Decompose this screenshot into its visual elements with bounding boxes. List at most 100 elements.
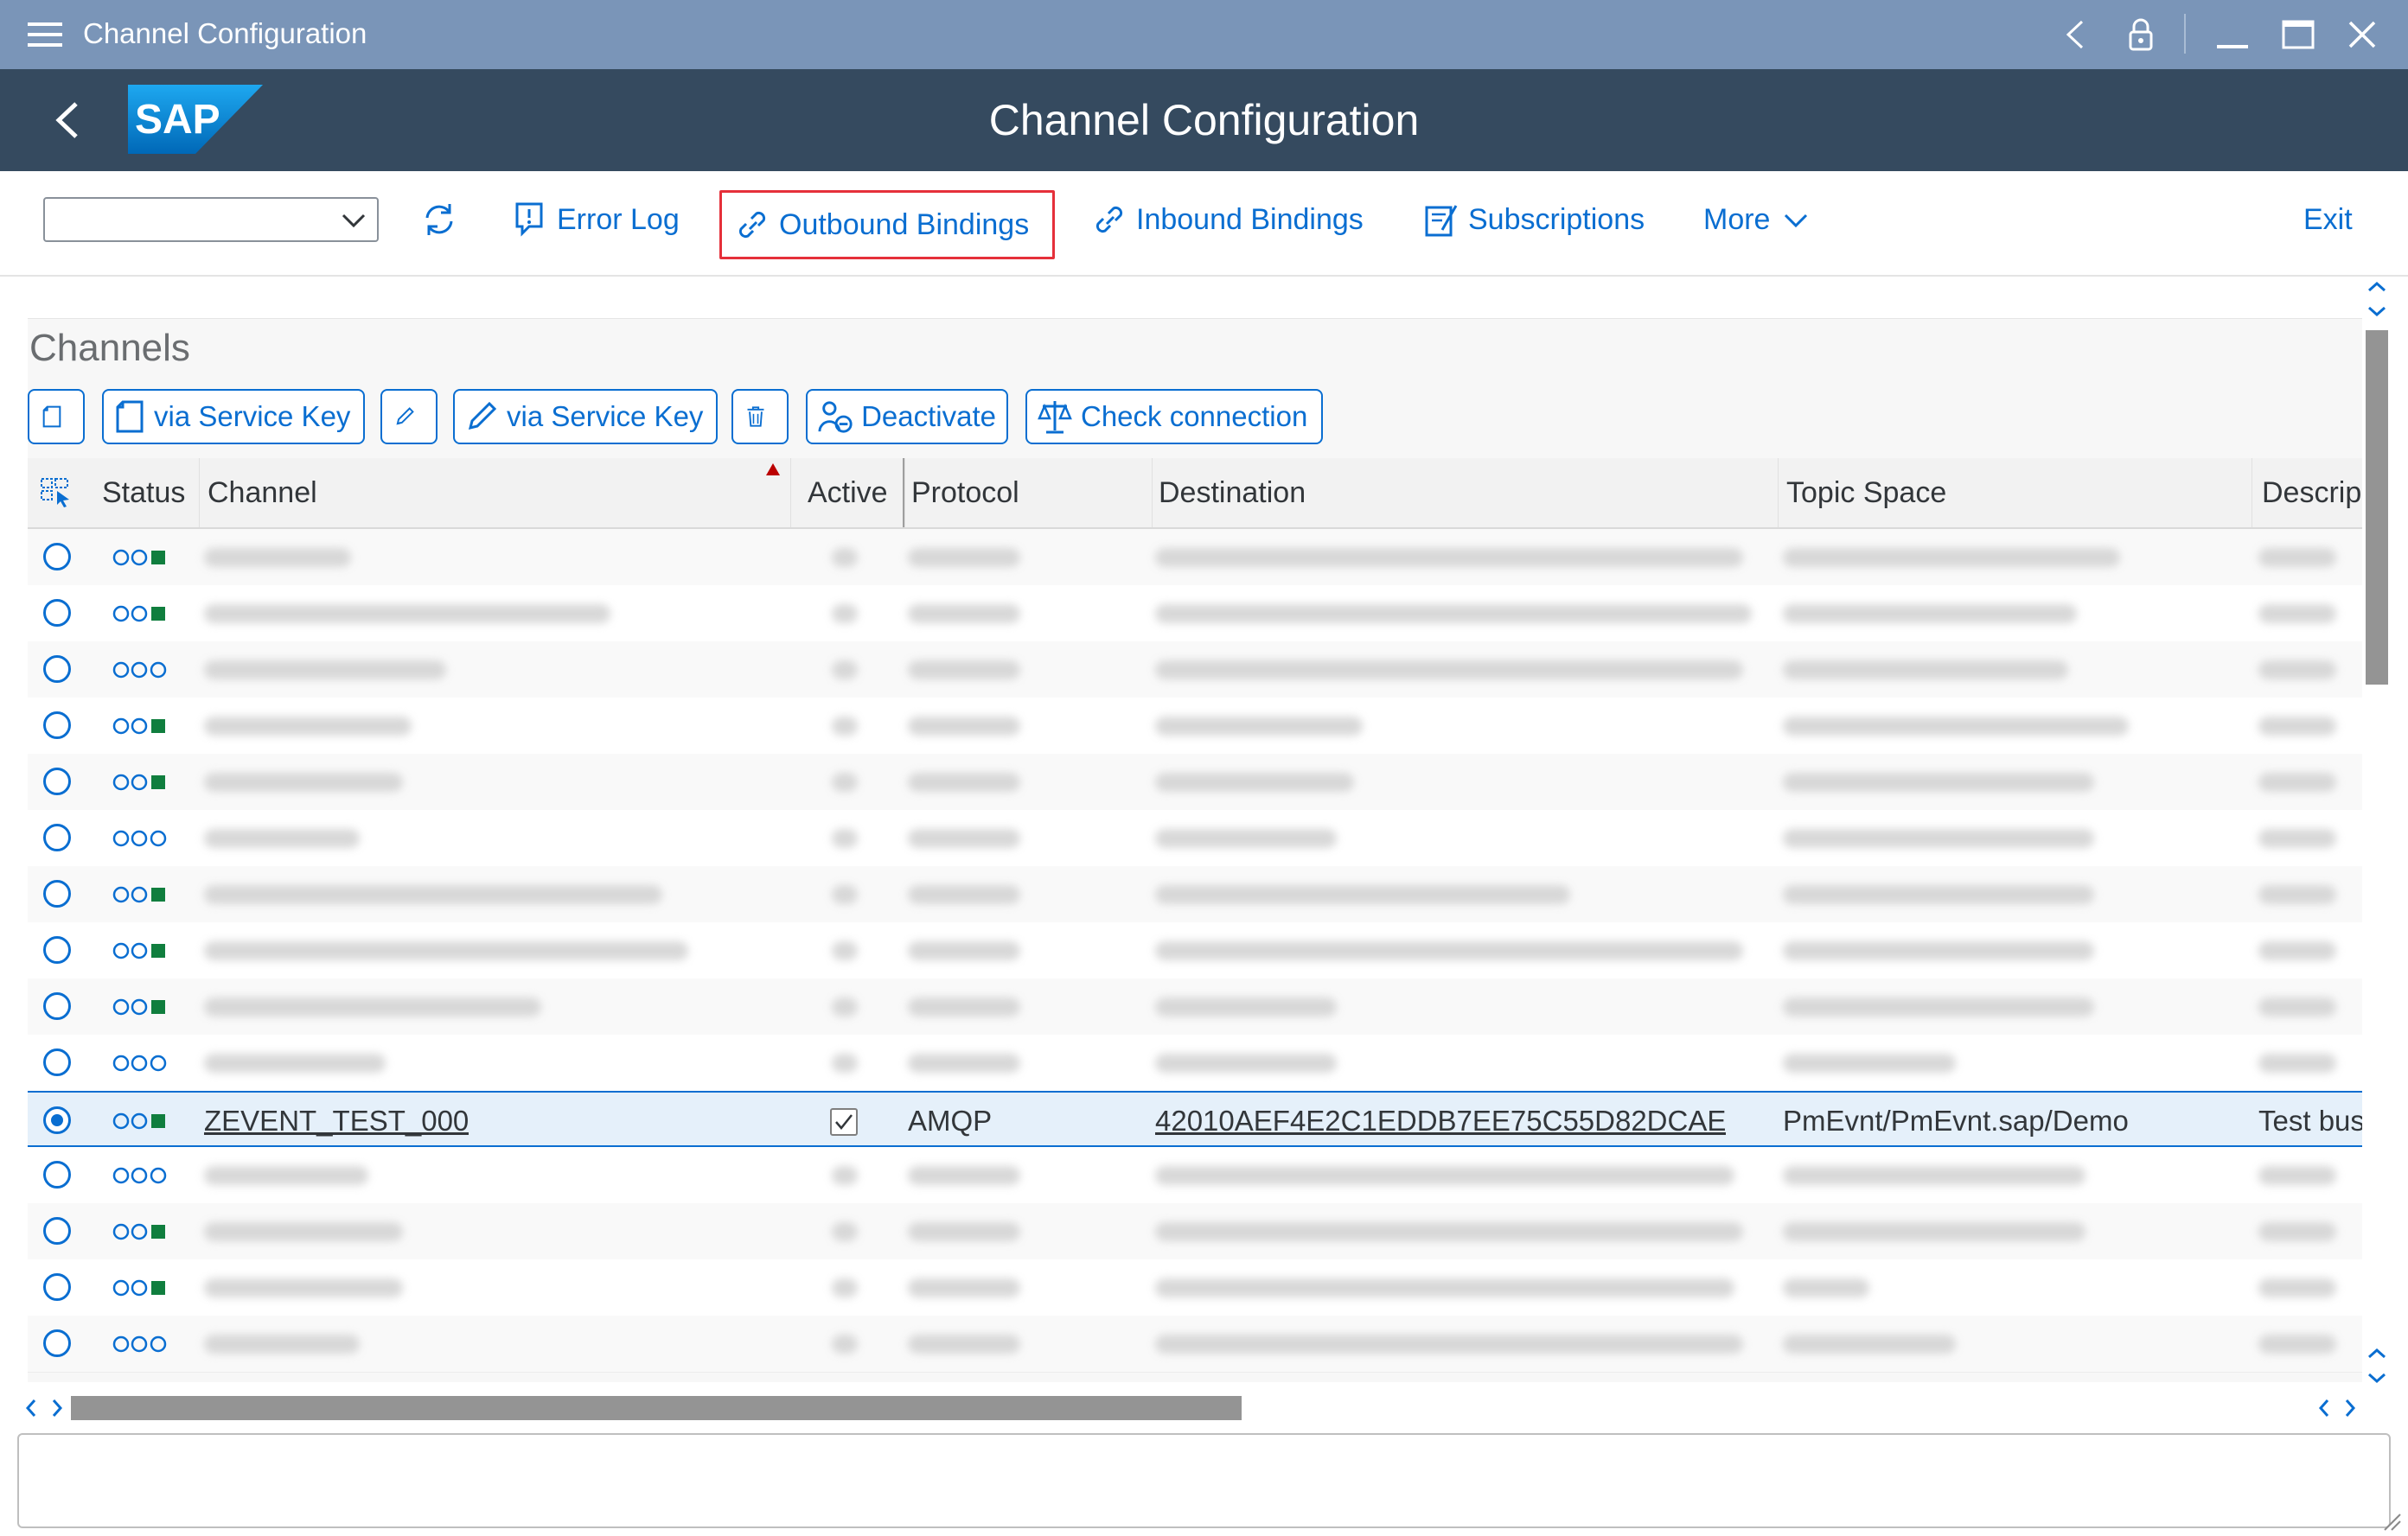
status-green-icon [112,886,165,903]
table-row[interactable] [28,810,2362,867]
table-row[interactable]: ZEVENT_TEST_000 AMQP 42010AEF4E2C1EDDB7EE7… [28,1091,2362,1147]
status-inactive-icon [112,1167,167,1184]
row-select-radio[interactable] [43,824,71,851]
more-menu[interactable]: More [1703,194,1822,245]
table-row[interactable] [28,1035,2362,1092]
minimize-icon[interactable] [2213,16,2252,54]
row-select-radio[interactable] [43,1106,71,1134]
status-light [150,830,167,847]
select-all-icon[interactable] [40,477,73,508]
close-icon[interactable] [2343,16,2381,54]
row-select-radio[interactable] [43,1329,71,1357]
row-select-radio[interactable] [43,1217,71,1245]
scroll-down-icon[interactable] [2366,1345,2388,1386]
column-description[interactable]: Descrip [2262,458,2362,527]
scroll-right-icon[interactable] [2315,1395,2359,1421]
table-row[interactable] [28,978,2362,1036]
menu-icon[interactable] [28,22,62,47]
description-cell: Test bus [2258,1105,2362,1137]
destination-cell-redacted [1155,1278,1734,1297]
delete-button[interactable] [731,389,789,444]
edit-button[interactable] [380,389,438,444]
row-select-radio[interactable] [43,599,71,627]
table-row[interactable] [28,754,2362,811]
status-light [112,942,130,959]
row-select-radio[interactable] [43,768,71,795]
destination-cell[interactable]: 42010AEF4E2C1EDDB7EE75C55D82DCAE [1155,1093,1726,1149]
status-light [112,717,130,735]
status-inactive-icon [112,830,167,847]
edit-via-service-key-button[interactable]: via Service Key [453,389,718,444]
scroll-up-icon[interactable] [2366,278,2388,320]
table-row[interactable] [28,1203,2362,1260]
status-inactive-icon [112,661,167,679]
create-via-service-key-button[interactable]: via Service Key [102,389,365,444]
protocol-cell-redacted [908,941,1020,960]
scroll-left-icon[interactable] [22,1395,66,1421]
table-row[interactable] [28,1259,2362,1316]
status-light [112,1223,130,1240]
nav-back-icon[interactable] [2056,16,2094,54]
row-select-radio[interactable] [43,543,71,570]
column-divider [1778,458,1779,527]
column-divider [199,458,200,527]
channel-cell-redacted [204,1222,403,1241]
subscriptions-button[interactable]: Subscriptions [1423,194,1645,245]
inbound-bindings-button[interactable]: Inbound Bindings [1091,194,1364,245]
table-row[interactable] [28,529,2362,586]
exit-button[interactable]: Exit [2303,194,2353,245]
create-button[interactable] [28,389,85,444]
horizontal-scroll-thumb[interactable] [71,1396,1242,1420]
refresh-button[interactable] [420,194,467,245]
channel-cell-redacted [204,773,403,792]
status-light [131,1335,148,1353]
scale-icon [1038,401,1072,434]
destination-cell-redacted [1155,717,1363,736]
table-row[interactable] [28,698,2362,755]
lock-icon[interactable] [2122,16,2160,54]
status-light [131,1167,148,1184]
variant-select[interactable] [43,197,379,242]
row-select-radio[interactable] [43,936,71,964]
table-row[interactable] [28,866,2362,923]
row-select-radio[interactable] [43,711,71,739]
status-green-icon [112,998,165,1016]
resize-grip-icon[interactable] [2381,1511,2402,1532]
create-icon [116,400,144,433]
outbound-bindings-button[interactable]: Outbound Bindings [719,190,1055,259]
error-log-button[interactable]: Error Log [512,194,680,245]
status-light [131,1055,148,1072]
check-connection-button[interactable]: Check connection [1025,389,1323,444]
channel-cell-redacted [204,1335,360,1354]
maximize-icon[interactable] [2279,16,2317,54]
column-destination[interactable]: Destination [1159,458,1306,527]
table-header: Status Channel Active Protocol Destinati… [28,458,2362,529]
status-light [151,1225,165,1239]
column-channel[interactable]: Channel [208,458,317,527]
row-select-radio[interactable] [43,655,71,683]
channel-cell[interactable]: ZEVENT_TEST_000 [204,1093,469,1149]
column-active[interactable]: Active [808,458,888,527]
channel-cell-redacted [204,717,412,736]
row-select-radio[interactable] [43,880,71,908]
row-select-radio[interactable] [43,992,71,1020]
table-row[interactable] [28,641,2362,698]
table-row[interactable] [28,1147,2362,1204]
table-row[interactable] [28,922,2362,979]
column-divider [790,458,791,527]
status-light [131,1223,148,1240]
vertical-scroll-thumb[interactable] [2366,330,2388,685]
topic-space-cell-redacted [1783,1054,1956,1073]
table-row[interactable] [28,1316,2362,1373]
deactivate-button[interactable]: Deactivate [806,389,1008,444]
column-status[interactable]: Status [102,458,185,527]
table-row[interactable] [28,585,2362,642]
column-topic-space[interactable]: Topic Space [1786,458,1946,527]
row-select-radio[interactable] [43,1048,71,1076]
row-select-radio[interactable] [43,1161,71,1189]
active-cell-redacted [832,548,858,567]
column-protocol[interactable]: Protocol [911,458,1019,527]
row-select-radio[interactable] [43,1273,71,1301]
active-cell-redacted [832,1054,858,1073]
panel-title: Channels [29,327,190,369]
